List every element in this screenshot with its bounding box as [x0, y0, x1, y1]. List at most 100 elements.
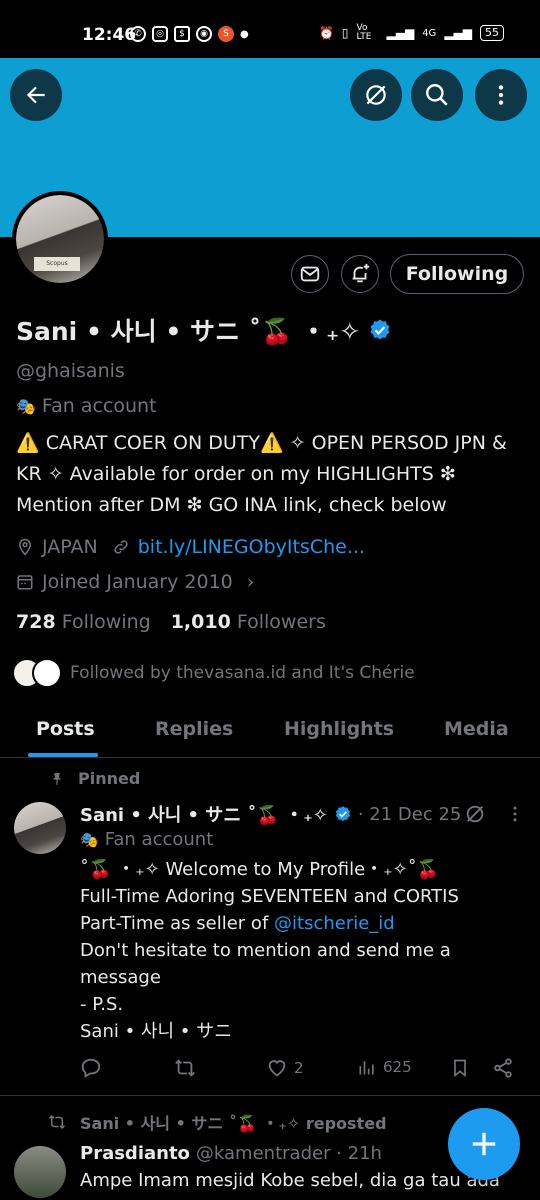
- mask-icon: 🎭: [16, 396, 36, 416]
- signal-icon-2: ▂▄▆: [444, 26, 472, 40]
- profile-avatar[interactable]: Scopus: [12, 191, 108, 287]
- view-count: 625: [383, 1058, 412, 1076]
- grok-button[interactable]: [350, 69, 402, 121]
- profile-link[interactable]: bit.ly/LINEGObyItsChe...: [138, 536, 365, 558]
- tweet-avatar[interactable]: [14, 1146, 66, 1198]
- tweet-line: Don't hesitate to mention and send me a …: [80, 940, 451, 988]
- repost-label[interactable]: Sani • 사니 • サニ ˚🍒 ・₊✧ reposted: [80, 1110, 387, 1134]
- pin-icon: [52, 772, 62, 785]
- profile-bio: ⚠️ CARAT COER ON DUTY⚠️ ✧ OPEN PERSOD JP…: [16, 432, 507, 516]
- network-label: 4G: [422, 27, 437, 39]
- following-count-link[interactable]: 728 Following: [16, 611, 151, 633]
- share-button[interactable]: [492, 1057, 514, 1079]
- envelope-icon: [300, 266, 320, 282]
- bookmark-button[interactable]: [450, 1057, 470, 1079]
- followed-by-row[interactable]: Followed by thevasana.id and It's Chérie: [12, 658, 415, 688]
- tab-highlights[interactable]: Highlights: [284, 718, 394, 740]
- following-label: Following: [61, 611, 151, 633]
- status-bar: 12:46 ✆ ◎ $ ◉ S ● ⏰ ▯ Vo LTE ▂▄▆ 4G ▂▄▆ …: [0, 0, 540, 58]
- tweet-line: - P.S.: [80, 994, 124, 1015]
- tab-posts[interactable]: Posts: [36, 718, 95, 740]
- tweet-actions: 2 625: [80, 1057, 520, 1083]
- following-button[interactable]: Following: [390, 254, 524, 294]
- lte-label: Vo LTE: [356, 23, 372, 42]
- tweet-author-name[interactable]: Sani • 사니 • サニ ˚🍒 ・₊✧: [80, 801, 328, 827]
- tweet-text: ˚🍒 ・₊✧ Welcome to My Profile・₊✧˚🍒 Full-T…: [80, 856, 520, 1045]
- views-button[interactable]: 625: [357, 1057, 412, 1077]
- tweet-line: Full-Time Adoring SEVENTEEN and CORTIS: [80, 886, 459, 907]
- message-button[interactable]: [291, 255, 329, 293]
- battery-icon: 55: [480, 25, 504, 41]
- tweet-header: Sani • 사니 • サニ ˚🍒 ・₊✧ · 21 Dec 25: [80, 801, 461, 827]
- repost-label-row: Sani • 사니 • サニ ˚🍒 ・₊✧ reposted: [48, 1110, 387, 1134]
- followers-label: Followers: [236, 611, 326, 633]
- following-count: 728: [16, 611, 56, 633]
- followers-count-link[interactable]: 1,010 Followers: [171, 611, 326, 633]
- tweet-more-icon[interactable]: [505, 804, 525, 824]
- search-button[interactable]: [411, 69, 463, 121]
- tweet-handle-time[interactable]: @kamentrader · 21h: [196, 1143, 382, 1164]
- joined-text: Joined January 2010: [42, 571, 233, 593]
- retweet-icon: [48, 1114, 66, 1130]
- active-tab-indicator: [28, 753, 98, 757]
- reply-button[interactable]: [80, 1057, 102, 1079]
- follow-counts: 728 Following 1,010 Followers: [16, 611, 326, 633]
- tweet-author-name[interactable]: Prasdianto: [80, 1143, 190, 1164]
- vibrate-icon: ▯: [341, 26, 349, 40]
- tweet-line-prefix: Part-Time as seller of: [80, 913, 275, 934]
- verified-badge-icon: [335, 806, 350, 822]
- shopee-icon: S: [218, 26, 234, 42]
- bookmark-icon: [454, 1059, 466, 1078]
- display-name-row: Sani • 사니 • サニ ˚🍒 ・₊✧: [16, 312, 392, 348]
- heart-icon: [268, 1060, 286, 1077]
- like-count: 2: [294, 1059, 304, 1077]
- display-name: Sani • 사니 • サニ ˚🍒 ・₊✧: [16, 317, 361, 346]
- plus-icon: [472, 1132, 496, 1156]
- tab-media[interactable]: Media: [444, 718, 509, 740]
- back-arrow-icon: [26, 86, 45, 104]
- status-time: 12:46: [82, 25, 137, 45]
- whatsapp-icon: ✆: [130, 26, 146, 42]
- location-text: JAPAN: [42, 536, 98, 558]
- pinned-label: Pinned: [78, 769, 141, 788]
- category-label: Fan account: [41, 395, 157, 417]
- avatar-image: Scopus: [16, 195, 104, 283]
- tab-replies[interactable]: Replies: [155, 718, 233, 740]
- more-vertical-icon: [498, 85, 504, 105]
- link-icon: [114, 540, 128, 554]
- follower-avatar: [32, 658, 62, 688]
- followed-by-text: Followed by thevasana.id and It's Chérie: [70, 663, 415, 683]
- verified-badge-icon[interactable]: [368, 318, 392, 342]
- tweet-avatar[interactable]: [14, 802, 66, 854]
- bell-plus-icon: [352, 263, 370, 283]
- compose-button[interactable]: [448, 1108, 520, 1180]
- like-button[interactable]: 2: [266, 1057, 304, 1079]
- tweet-category: Fan account: [104, 829, 214, 850]
- profile-tabs: Posts Replies Highlights Media: [0, 706, 540, 758]
- category-row: 🎭 Fan account: [16, 395, 157, 417]
- follower-avatars: [12, 658, 62, 688]
- mention-link[interactable]: @itscherie_id: [274, 913, 395, 934]
- grok-icon[interactable]: [464, 803, 486, 825]
- followers-count: 1,010: [170, 611, 231, 633]
- tweet-date[interactable]: · 21 Dec 25: [358, 804, 462, 825]
- avatar-sticker: Scopus: [34, 257, 80, 271]
- tweet-divider: [0, 1095, 540, 1096]
- more-options-button[interactable]: [475, 69, 527, 121]
- retweet-button[interactable]: [174, 1057, 196, 1079]
- mask-icon: 🎭: [80, 830, 99, 849]
- instagram-icon: ◎: [152, 26, 168, 42]
- back-button[interactable]: [10, 69, 62, 121]
- user-handle: @ghaisanis: [16, 360, 125, 382]
- reply-icon: [81, 1058, 101, 1078]
- notifications-button[interactable]: [341, 255, 379, 293]
- chevron-right-icon: ›: [246, 571, 255, 593]
- signal-icon: ▂▄▆: [386, 26, 415, 40]
- search-icon: [426, 84, 448, 106]
- app-icon: ◉: [196, 26, 212, 42]
- location-link-row: JAPAN bit.ly/LINEGObyItsChe...: [16, 536, 365, 558]
- tweet-text: Ampe Imam mesjid Kobe sebel, dia ga tau …: [80, 1170, 500, 1191]
- tweet-line: Part-Time as seller of @itscherie_id: [80, 910, 520, 937]
- status-right: ⏰ ▯ Vo LTE ▂▄▆ 4G ▂▄▆ 55: [319, 24, 504, 42]
- joined-row[interactable]: Joined January 2010 ›: [16, 571, 254, 593]
